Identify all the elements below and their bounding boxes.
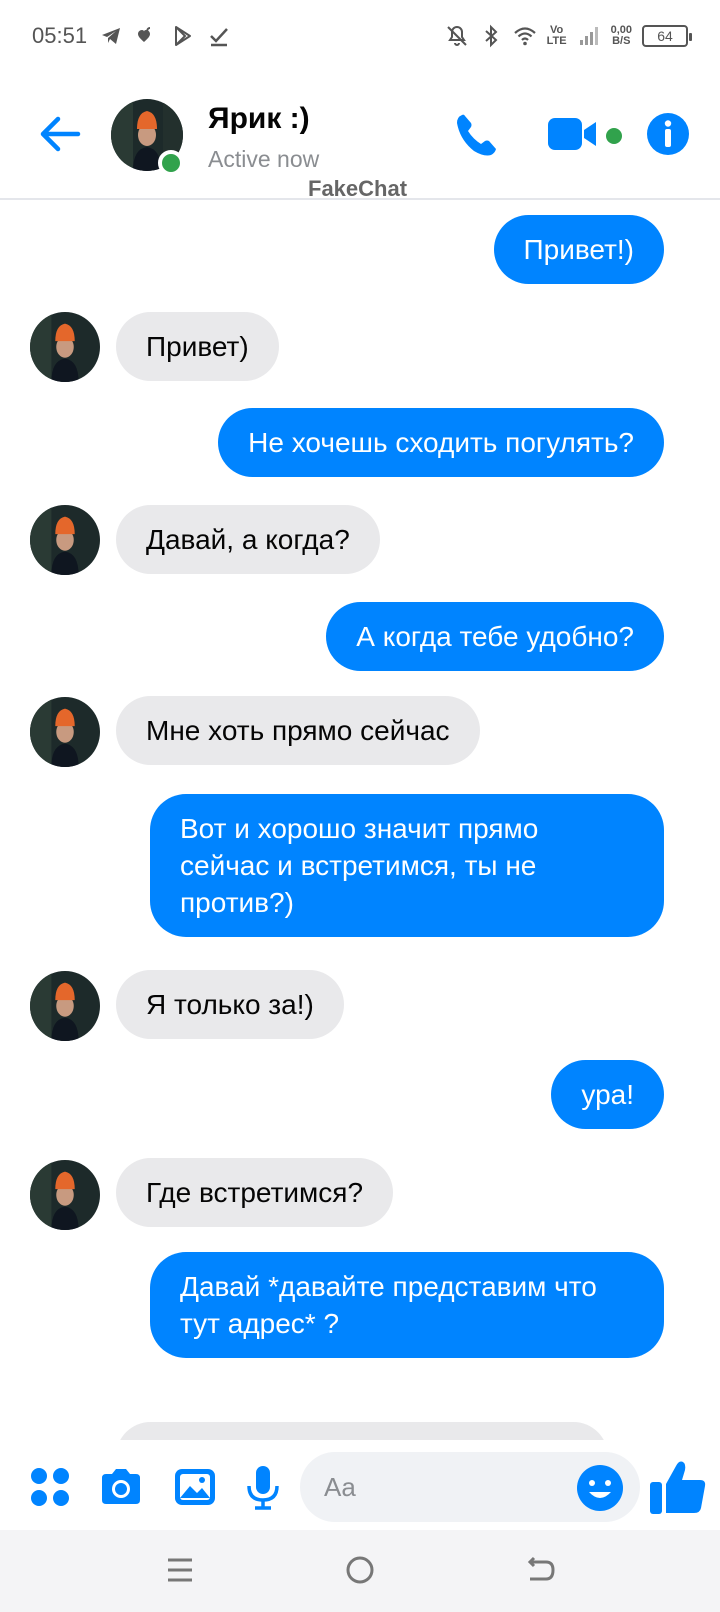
microphone-icon[interactable]	[240, 1464, 286, 1510]
composer-bar	[0, 1440, 720, 1530]
camera-icon[interactable]	[98, 1464, 144, 1510]
incoming-message[interactable]: Где встретимся?	[116, 1158, 394, 1227]
menu-icon[interactable]	[160, 1550, 200, 1590]
incoming-message[interactable]: Я только за!)	[116, 970, 344, 1039]
message-avatar	[30, 971, 100, 1041]
contact-name[interactable]: Ярик :)	[208, 102, 310, 136]
online-status-dot	[158, 150, 184, 176]
telegram-icon	[102, 28, 121, 44]
outgoing-message[interactable]: А когда тебе удобно?	[326, 602, 664, 671]
outgoing-message[interactable]: ура!	[551, 1060, 664, 1129]
battery-indicator: 64	[642, 25, 692, 47]
incoming-message[interactable]: Мне хоть прямо сейчас	[116, 696, 480, 765]
message-avatar	[30, 697, 100, 767]
signal-icon	[579, 27, 598, 45]
phone-icon[interactable]	[452, 110, 502, 160]
message-avatar	[30, 1160, 100, 1230]
message-avatar	[30, 505, 100, 575]
play-store-icon	[175, 26, 192, 46]
info-icon[interactable]	[646, 112, 690, 156]
net-speed-unit: B/S	[612, 35, 631, 47]
mute-icon	[446, 25, 467, 46]
message-list[interactable]: Привет!) Привет) Не хочешь сходить погул…	[0, 200, 720, 1440]
net-speed: 0,00 B/S	[611, 25, 632, 47]
outgoing-message[interactable]: Вот и хорошо значит прямо сейчас и встре…	[150, 794, 664, 937]
bluetooth-icon	[484, 24, 498, 48]
hearts-icon	[138, 27, 151, 42]
video-active-dot	[606, 128, 622, 144]
clock: 05:51	[32, 23, 88, 48]
home-icon[interactable]	[340, 1550, 380, 1590]
check-icon	[210, 28, 228, 47]
emoji-icon[interactable]	[576, 1464, 624, 1512]
volte-icon: Vo LTE	[547, 25, 567, 47]
contact-status: Active now	[208, 146, 320, 172]
outgoing-message[interactable]: Давай *давайте представим что тут адрес*…	[150, 1252, 664, 1358]
battery-level: 64	[657, 28, 673, 44]
outgoing-message[interactable]: Привет!)	[493, 215, 664, 284]
gallery-icon[interactable]	[172, 1464, 218, 1510]
watermark: FakeChat	[308, 176, 408, 201]
video-camera-icon[interactable]	[546, 112, 602, 158]
message-avatar	[30, 312, 100, 382]
status-bar: 05:51 Vo LTE 0,00 B/S 64	[0, 0, 720, 72]
outgoing-message[interactable]: Не хочешь сходить погулять?	[218, 408, 664, 477]
back-arrow-icon[interactable]	[36, 110, 84, 158]
apps-grid-icon[interactable]	[27, 1464, 73, 1510]
wifi-icon	[513, 27, 536, 46]
volte-bottom-label: LTE	[546, 35, 567, 47]
chat-header: Ярик :) Active now FakeChat	[0, 72, 720, 201]
back-icon[interactable]	[520, 1550, 560, 1590]
system-nav-bar	[0, 1530, 720, 1612]
incoming-message[interactable]	[116, 1422, 608, 1440]
incoming-message[interactable]: Давай, а когда?	[116, 505, 380, 574]
incoming-message[interactable]: Привет)	[116, 312, 279, 381]
thumbs-up-icon[interactable]	[648, 1456, 710, 1518]
